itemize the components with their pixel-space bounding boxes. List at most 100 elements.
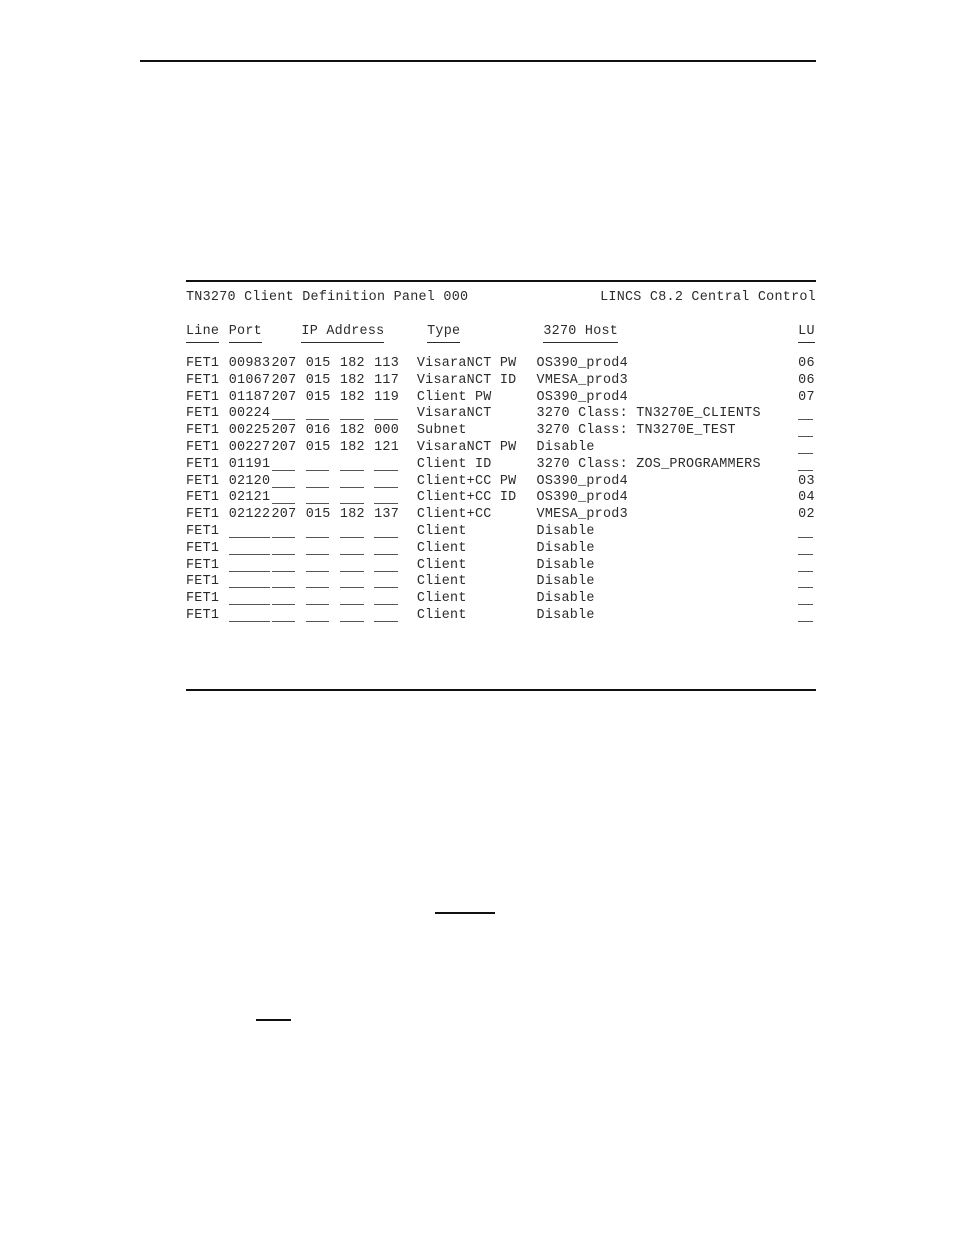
cell-ip-octet-3-blank[interactable] <box>339 406 364 421</box>
cell-ip-octet-1[interactable]: 207 <box>272 440 297 457</box>
cell-line[interactable]: FET1 <box>186 507 219 524</box>
cell-ip-octet-4[interactable]: 119 <box>374 390 399 407</box>
table-row[interactable]: FET1 Client Disable <box>186 541 816 558</box>
cell-lu-blank[interactable] <box>798 440 814 454</box>
table-row[interactable]: FET1 00227 207 015 182 121 VisaraNCT PW Disable <box>186 440 816 457</box>
cell-lu[interactable]: 06 <box>798 373 815 390</box>
table-row[interactable]: FET1 01067 207 015 182 117 VisaraNCT ID VMESA_p… <box>186 373 816 390</box>
cell-port-blank[interactable] <box>228 608 270 622</box>
cell-3270-host[interactable]: Disable <box>537 574 595 591</box>
cell-ip-octet-3-blank[interactable] <box>339 457 364 471</box>
cell-3270-host[interactable]: VMESA_prod3 <box>537 507 628 524</box>
cell-port[interactable]: 00225 <box>229 423 271 440</box>
cell-3270-host[interactable]: Disable <box>537 558 595 575</box>
cell-ip-octet-1-blank[interactable] <box>271 406 296 421</box>
cell-ip-octet-4-blank[interactable] <box>374 558 398 572</box>
cell-ip-octet-2-blank[interactable] <box>305 591 330 606</box>
cell-ip-octet-3-blank[interactable] <box>339 490 364 505</box>
table-row[interactable]: FET1 00224 VisaraNCT 3270 Class: TN3270E_C… <box>186 406 816 423</box>
cell-port[interactable]: 02122 <box>229 507 271 524</box>
cell-ip-octet-1-blank[interactable] <box>271 541 296 555</box>
cell-port[interactable]: 02120 <box>229 474 271 491</box>
table-row[interactable]: FET1 01191 Client ID 3270 Class: ZOS_PROGR… <box>186 457 816 474</box>
table-row[interactable]: FET1 00983 207 015 182 113 VisaraNCT PW OS390_p… <box>186 356 816 373</box>
cell-3270-host[interactable]: OS390_prod4 <box>537 490 628 507</box>
cell-lu[interactable]: 03 <box>798 474 815 491</box>
cell-lu-blank[interactable] <box>798 574 814 589</box>
cell-type[interactable]: Client <box>417 558 467 575</box>
cell-port[interactable]: 01191 <box>229 457 271 474</box>
cell-ip-octet-2-blank[interactable] <box>305 457 330 471</box>
cell-ip-octet-4-blank[interactable] <box>374 524 398 538</box>
table-row[interactable]: FET1 00225 207 016 182 000 Subnet 3270 Class: T… <box>186 423 816 440</box>
cell-type[interactable]: Client PW <box>417 390 492 407</box>
cell-ip-octet-1-blank[interactable] <box>271 474 296 488</box>
cell-type[interactable]: Client ID <box>417 457 492 474</box>
cell-ip-octet-3-blank[interactable] <box>339 558 364 572</box>
cell-3270-host[interactable]: OS390_prod4 <box>537 474 628 491</box>
cell-lu-blank[interactable] <box>798 541 814 555</box>
cell-3270-host[interactable]: VMESA_prod3 <box>537 373 628 390</box>
cell-port-blank[interactable] <box>228 558 270 572</box>
cell-ip-octet-3[interactable]: 182 <box>340 356 365 373</box>
cell-ip-octet-2-blank[interactable] <box>305 608 330 622</box>
cell-lu[interactable]: 06 <box>798 356 815 373</box>
cell-3270-host[interactable]: Disable <box>537 608 595 625</box>
cell-ip-octet-4[interactable]: 137 <box>374 507 399 524</box>
cell-ip-octet-3-blank[interactable] <box>339 541 364 555</box>
cell-3270-host[interactable]: OS390_prod4 <box>537 390 628 407</box>
cell-line[interactable]: FET1 <box>186 390 219 407</box>
cell-type[interactable]: VisaraNCT ID <box>417 373 517 390</box>
cell-ip-octet-3-blank[interactable] <box>339 608 364 622</box>
cell-lu[interactable]: 04 <box>798 490 815 507</box>
cell-line[interactable]: FET1 <box>186 356 219 373</box>
cell-ip-octet-2[interactable]: 015 <box>306 356 331 373</box>
cell-line[interactable]: FET1 <box>186 423 219 440</box>
cell-ip-octet-3-blank[interactable] <box>339 574 364 589</box>
cell-ip-octet-1-blank[interactable] <box>271 574 296 589</box>
cell-port-blank[interactable] <box>228 524 270 538</box>
cell-ip-octet-1[interactable]: 207 <box>272 390 297 407</box>
cell-lu-blank[interactable] <box>798 524 814 538</box>
cell-type[interactable]: Client <box>417 524 467 541</box>
cell-ip-octet-4-blank[interactable] <box>374 457 398 471</box>
cell-ip-octet-1-blank[interactable] <box>271 591 296 606</box>
table-row[interactable]: FET1 Client Disable <box>186 608 816 625</box>
cell-ip-octet-1-blank[interactable] <box>271 457 296 471</box>
cell-ip-octet-3[interactable]: 182 <box>340 390 365 407</box>
cell-ip-octet-2-blank[interactable] <box>305 574 330 589</box>
cell-ip-octet-1-blank[interactable] <box>271 524 296 538</box>
cell-ip-octet-4-blank[interactable] <box>374 541 398 555</box>
cell-line[interactable]: FET1 <box>186 490 219 507</box>
cell-line[interactable]: FET1 <box>186 474 219 491</box>
cell-ip-octet-2-blank[interactable] <box>305 490 330 505</box>
cell-lu-blank[interactable] <box>798 591 814 606</box>
cell-ip-octet-3[interactable]: 182 <box>340 373 365 390</box>
cell-ip-octet-4-blank[interactable] <box>374 406 398 421</box>
cell-ip-octet-1[interactable]: 207 <box>272 423 297 440</box>
cell-ip-octet-4[interactable]: 000 <box>374 423 399 440</box>
cell-3270-host[interactable]: Disable <box>537 524 595 541</box>
cell-line[interactable]: FET1 <box>186 608 219 625</box>
cell-type[interactable]: VisaraNCT PW <box>417 356 517 373</box>
cell-port[interactable]: 00983 <box>229 356 271 373</box>
cell-ip-octet-2[interactable]: 015 <box>306 440 331 457</box>
cell-port-blank[interactable] <box>228 574 270 589</box>
cell-lu-blank[interactable] <box>798 423 814 438</box>
cell-lu-blank[interactable] <box>798 608 814 622</box>
cell-port[interactable]: 01067 <box>229 373 271 390</box>
cell-ip-octet-1-blank[interactable] <box>271 558 296 572</box>
table-row[interactable]: FET1 Client Disable <box>186 558 816 575</box>
cell-ip-octet-2-blank[interactable] <box>305 524 330 538</box>
cell-port[interactable]: 00227 <box>229 440 271 457</box>
cell-port[interactable]: 02121 <box>229 490 271 507</box>
cell-ip-octet-1-blank[interactable] <box>271 608 296 622</box>
cell-3270-host[interactable]: 3270 Class: TN3270E_CLIENTS <box>537 406 761 423</box>
cell-ip-octet-3-blank[interactable] <box>339 591 364 606</box>
cell-ip-octet-4[interactable]: 121 <box>374 440 399 457</box>
table-row[interactable]: FET1 Client Disable <box>186 591 816 608</box>
table-row[interactable]: FET1 02122 207 015 182 137 Client+CC VMESA_prod… <box>186 507 816 524</box>
cell-type[interactable]: VisaraNCT <box>417 406 492 423</box>
cell-ip-octet-2[interactable]: 015 <box>306 507 331 524</box>
cell-ip-octet-4-blank[interactable] <box>374 574 398 589</box>
